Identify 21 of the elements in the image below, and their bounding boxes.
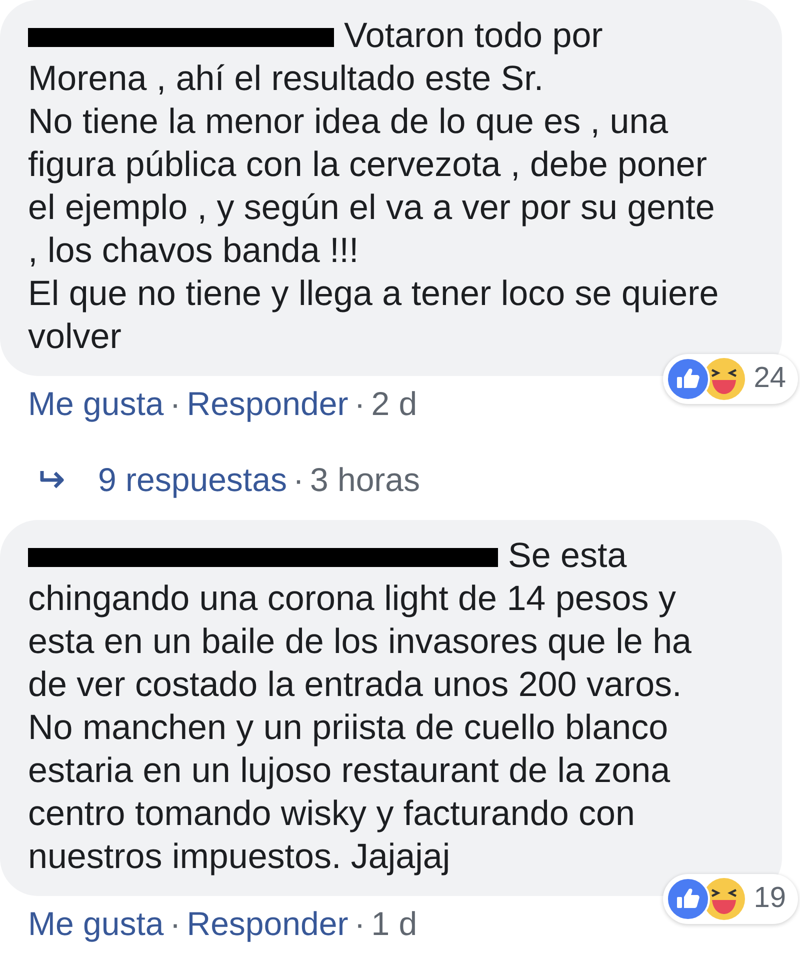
thumbs-up-icon [666,357,710,401]
timestamp: 3 horas [310,460,420,500]
timestamp: 1 d [371,904,418,944]
replies-link[interactable]: 9 respuestas [98,460,287,500]
timestamp: 2 d [371,384,418,424]
comment-text-lead: Se esta [508,535,627,577]
thumbs-up-icon [666,877,710,921]
reaction-pill[interactable]: 24 [662,354,798,404]
action-link[interactable]: Me gusta [28,384,164,424]
comment-text-lead: Votaron todo por [344,15,603,57]
action-link[interactable]: Me gusta [28,904,164,944]
reaction-pill[interactable]: 19 [662,874,798,924]
separator-dot: · [170,904,181,944]
separator-dot: · [170,384,181,424]
action-link[interactable]: Responder [186,384,348,424]
separator-dot: · [354,904,366,944]
separator-dot: · [354,384,366,424]
reaction-count: 19 [754,881,786,916]
separator-dot: · [292,460,304,500]
reaction-count: 24 [754,361,786,396]
action-link[interactable]: Responder [186,904,348,944]
